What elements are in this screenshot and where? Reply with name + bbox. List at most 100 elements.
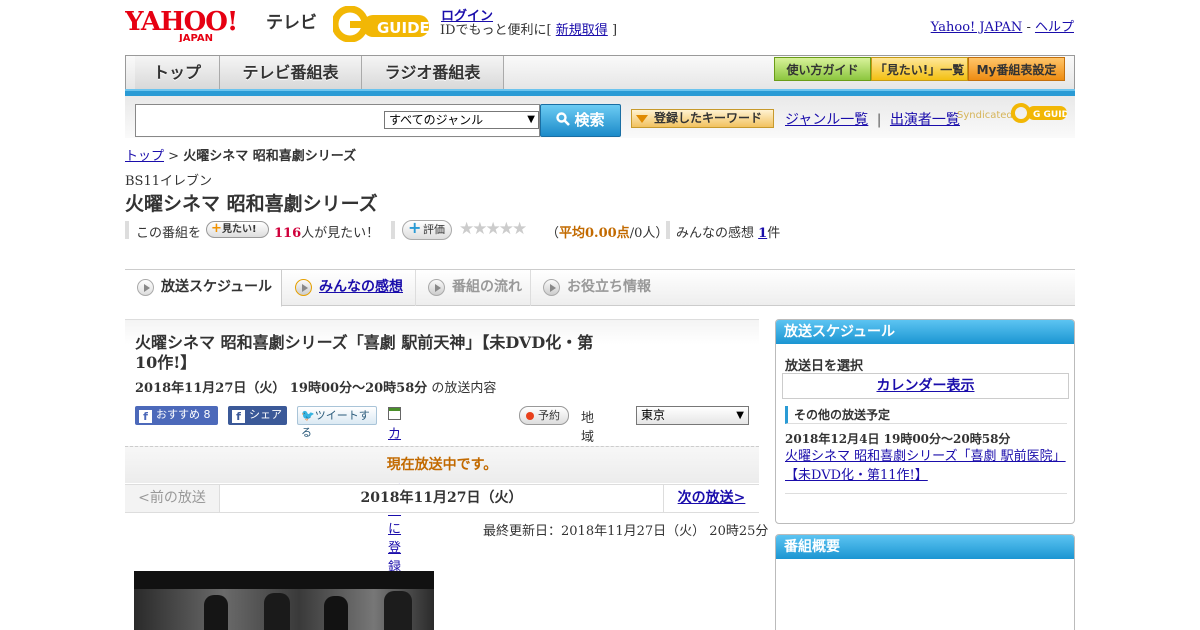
breadcrumb: トップ > 火曜シネマ 昭和喜劇シリーズ [125,145,356,164]
program-tabs: 放送スケジュール みんなの感想 番組の流れ お役立ち情報 [125,269,1075,307]
want-list-button[interactable]: 「見たい!」一覧 [871,57,968,81]
want-button-label: 見たい! [222,224,257,235]
program-thumbnail [134,571,434,630]
play-icon [295,279,312,296]
calendar-display-link[interactable]: カレンダー表示 [877,378,975,394]
syndicated-label: Syndicated [957,110,1013,121]
plus-icon: + [211,221,222,236]
broadcast-pager: <前の放送 2018年11月27日（火） 次の放送> [125,484,759,513]
tab-schedule[interactable]: 放送スケジュール [125,270,282,307]
other-schedule-heading: その他の放送予定 [785,406,1067,424]
genre-select-value: すべてのジャンル [389,113,484,127]
dropdown-arrow-icon [636,115,648,123]
performers-link[interactable]: 出演者一覧 [890,112,960,128]
login-sub: IDでもっと便利に[ 新規取得 ] [440,19,617,38]
record-dot-icon [526,412,534,420]
yahoo-japan-logo[interactable]: YAHOO! JAPAN [125,6,263,42]
air-time: 2018年11月27日（火） 19時00分～20時58分 の放送内容 [135,377,496,396]
syndicated-badge: Syndicated G GUIDE [957,101,1067,125]
play-icon [428,279,445,296]
facebook-icon: f [139,410,152,423]
facebook-share-button[interactable]: f シェア [228,406,287,425]
impressions-label: みんなの感想 [676,226,755,241]
rating-people: /0人） [629,226,669,241]
other-air-date: 2018年12月4日 19時00分～20時58分 [785,432,1011,446]
rating-summary: （平均0.00点/0人） [546,222,668,241]
region-value: 東京 [641,408,666,422]
genre-links: ジャンル一覧 | 出演者一覧 [785,109,960,129]
plus-icon: + [408,218,422,237]
tab-info[interactable]: お役立ち情報 [531,270,671,306]
reserve-button[interactable]: 予約 [519,406,569,425]
breadcrumb-separator: > [168,149,180,164]
want-count: 116 [274,226,302,241]
divider [125,221,129,239]
rating-open: （ [546,226,560,241]
gguide-logo[interactable]: GUIDE [333,6,433,42]
signup-link[interactable]: 新規取得 [556,23,608,38]
last-updated: 最終更新日：2018年11月27日（火） 20時25分 [483,524,769,539]
page-title: 火曜シネマ 昭和喜劇シリーズ [125,193,378,215]
fb-recommend-label: おすすめ [156,408,200,421]
overview-box-title: 番組概要 [776,535,1074,559]
top-links-separator: - [1026,20,1031,35]
rating-average: 平均0.00点 [559,226,630,241]
divider [666,221,670,239]
want-prefix: この番組を [136,226,202,241]
current-broadcast-date: 2018年11月27日（火） [360,490,523,506]
svg-text:GUIDE: GUIDE [377,19,430,37]
calendar-toggle[interactable]: カレンダー表示 [782,373,1069,399]
prev-broadcast[interactable]: <前の放送 [125,485,220,512]
breadcrumb-top[interactable]: トップ [125,149,164,164]
genre-list-link[interactable]: ジャンル一覧 [785,112,868,128]
schedule-box-title: 放送スケジュール [776,320,1074,344]
tab-flow[interactable]: 番組の流れ [416,270,531,306]
nav-tab-top[interactable]: トップ [135,56,220,90]
nav-tab-radio-listings[interactable]: ラジオ番組表 [362,56,504,90]
tab-schedule-label: 放送スケジュール [161,279,273,295]
rating-stars: ★★★★★ [459,219,527,239]
login-sub-suffix: ] [611,23,618,38]
help-link[interactable]: ヘルプ [1035,20,1074,35]
keyword-button-label: 登録したキーワード [654,111,763,125]
nav-tab-tv-listings[interactable]: テレビ番組表 [220,56,362,90]
region-select[interactable]: 東京 ▼ [636,406,749,425]
search-button[interactable]: 検索 [540,104,621,137]
overview-box: 番組概要 [775,534,1075,630]
genre-select[interactable]: すべてのジャンル ▼ [384,111,539,129]
link-separator: | [876,112,882,128]
nav-accent-bar [125,89,1075,96]
want-button[interactable]: + 見たい! [206,221,269,238]
svg-text:JAPAN: JAPAN [178,33,213,42]
chevron-down-icon: ▼ [736,410,744,421]
fb-count: 8 [203,408,211,421]
onair-status: 現在放送中です。 [125,446,759,483]
yahoo-japan-link[interactable]: Yahoo! JAPAN [931,20,1023,35]
tab-impressions[interactable]: みんなの感想 [283,270,416,306]
twitter-bird-icon: 🐦 [301,409,315,422]
syndicated-gguide-logo: G GUIDE [1011,103,1067,123]
select-date-label: 放送日を選択 [785,359,864,374]
tab-info-label: お役立ち情報 [567,279,651,295]
want-count-text: 116人が見たい！ [274,222,379,241]
divider [785,493,1067,494]
air-date: 2018年11月27日（火） 19時00分～20時58分 [135,381,428,396]
reserve-label: 予約 [538,409,560,422]
impressions-count[interactable]: 1 [758,226,767,241]
other-program-link[interactable]: 火曜シネマ 昭和喜劇シリーズ「喜劇 駅前医院」【未DVD化・第11作!】 [785,447,1070,485]
tweet-button[interactable]: 🐦ツイートする [297,406,377,439]
rate-button[interactable]: + 評価 [402,218,452,240]
my-listings-button[interactable]: My番組表設定 [968,57,1065,81]
keyword-button[interactable]: 登録したキーワード [631,109,774,128]
guide-button[interactable]: 使い方ガイド [774,57,871,81]
divider [391,221,395,239]
next-broadcast[interactable]: 次の放送> [663,485,759,512]
schedule-box: 放送スケジュール 放送日を選択 カレンダー表示 その他の放送予定 2018年12… [775,319,1075,524]
impressions-summary: みんなの感想 1件 [676,222,780,241]
air-suffix: の放送内容 [431,381,497,396]
calendar-icon [388,407,401,420]
tab-impressions-label[interactable]: みんなの感想 [319,279,403,295]
top-links: Yahoo! JAPAN - ヘルプ [931,16,1074,35]
facebook-recommend-button[interactable]: f おすすめ 8 [135,406,218,425]
program-actions: この番組を + 見たい! 116人が見たい！ + 評価 ★★★★★ （平均0.00点… [125,218,1075,242]
